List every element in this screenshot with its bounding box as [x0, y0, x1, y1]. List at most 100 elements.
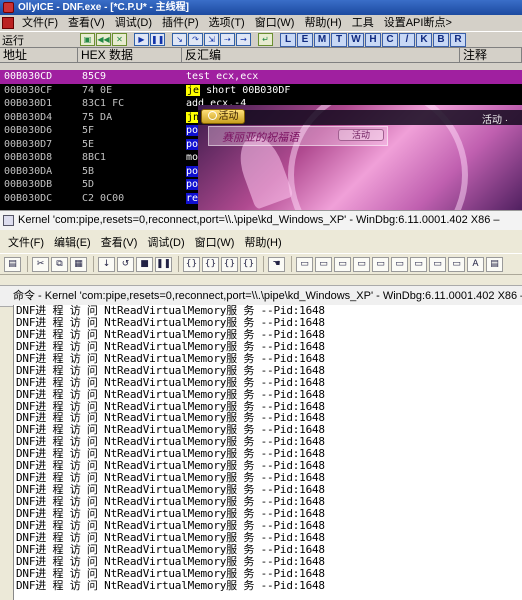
- menu-plugins[interactable]: 插件(P): [157, 15, 204, 31]
- column-disassembly[interactable]: 反汇编: [182, 48, 460, 62]
- window-button-slash[interactable]: /: [399, 32, 415, 47]
- windbg-toolbar: ▤ ✂ ⧉ ▦ ↓ ↺ ■ ❚❚ {} {} {} {} ☚ ▭ ▭ ▭ ▭ ▭…: [0, 253, 522, 275]
- windbg-menu-view[interactable]: 查看(V): [101, 233, 148, 253]
- ollyice-menubar: 文件(F) 查看(V) 调试(D) 插件(P) 选项(T) 窗口(W) 帮助(H…: [0, 15, 522, 31]
- menu-debug[interactable]: 调试(D): [110, 15, 157, 31]
- restart-icon[interactable]: ↺: [117, 256, 134, 272]
- game-panel-title: 赛丽亚的祝福语: [222, 132, 299, 144]
- watch-window-icon[interactable]: ▭: [315, 256, 332, 272]
- command-window-icon[interactable]: ▭: [296, 256, 313, 272]
- disasm-address: 00B030CF: [4, 84, 53, 96]
- windbg-menu-help[interactable]: 帮助(H): [244, 233, 291, 253]
- restart-icon[interactable]: ◀◀: [96, 33, 111, 46]
- windbg-window: Kernel 'com:pipe,resets=0,reconnect,port…: [0, 210, 522, 600]
- window-button-b[interactable]: B: [433, 32, 449, 47]
- disasm-address: 00B030D7: [4, 138, 53, 150]
- menu-tools[interactable]: 工具: [347, 15, 379, 31]
- windbg-menu-file[interactable]: 文件(F): [8, 233, 54, 253]
- window-button-w[interactable]: W: [348, 32, 364, 47]
- command-window-title: 命令 - Kernel 'com:pipe,resets=0,reconnect…: [13, 290, 522, 302]
- step-over-icon[interactable]: ↷: [188, 33, 203, 46]
- go-icon[interactable]: ↓: [98, 256, 115, 272]
- game-panel-button[interactable]: 活动: [338, 129, 384, 141]
- column-address[interactable]: 地址: [0, 48, 78, 62]
- disasm-mnemonic: test: [186, 71, 211, 82]
- game-activity-text: 活动 ·: [482, 115, 509, 126]
- goto-icon[interactable]: ↵: [258, 33, 273, 46]
- disasm-mnemonic: je: [186, 84, 201, 96]
- ollyice-app-icon: [3, 2, 14, 13]
- step-into-icon[interactable]: ↘: [172, 33, 187, 46]
- registers-window-icon[interactable]: ▭: [353, 256, 370, 272]
- disasm-address: 00B030D6: [4, 125, 53, 136]
- column-comment[interactable]: 注释: [460, 48, 522, 62]
- stop-debugging-icon[interactable]: ■: [136, 256, 153, 272]
- menu-window[interactable]: 窗口(W): [250, 15, 300, 31]
- output-line: DNF进 程 访 问 NtReadVirtualMemory服 务 --Pid:…: [16, 554, 325, 568]
- trace-into-icon[interactable]: ⇲: [204, 33, 219, 46]
- windbg-app-icon: [3, 215, 14, 226]
- window-button-e[interactable]: E: [297, 32, 313, 47]
- disasm-column-header: 地址 HEX 数据 反汇编 注释: [0, 48, 522, 63]
- output-line: DNF进 程 访 问 NtReadVirtualMemory服 务 --Pid:…: [16, 339, 325, 353]
- ollyice-menu-icon[interactable]: [2, 17, 14, 29]
- game-activity-button[interactable]: 活动: [201, 109, 245, 124]
- windbg-menu-edit[interactable]: 编辑(E): [54, 233, 101, 253]
- window-button-l[interactable]: L: [280, 32, 296, 47]
- ollyice-titlebar: OllyICE - DNF.exe - [*C.P.U* - 主线程]: [0, 0, 522, 15]
- disassembly-window-icon[interactable]: ▭: [410, 256, 427, 272]
- output-line: DNF进 程 访 问 NtReadVirtualMemory服 务 --Pid:…: [16, 351, 325, 365]
- trace-over-icon[interactable]: ⇢: [220, 33, 235, 46]
- source-mode-icon[interactable]: ▭: [448, 256, 465, 272]
- step-into-icon[interactable]: {}: [183, 256, 200, 272]
- menu-options[interactable]: 选项(T): [204, 15, 250, 31]
- hand-icon[interactable]: ☚: [268, 256, 285, 272]
- copy-icon[interactable]: ⧉: [51, 256, 68, 272]
- step-out-icon[interactable]: {}: [221, 256, 238, 272]
- locals-window-icon[interactable]: ▭: [334, 256, 351, 272]
- windbg-menu-debug[interactable]: 调试(D): [147, 233, 194, 253]
- window-button-r[interactable]: R: [450, 32, 466, 47]
- disasm-hex: C2 0C00: [82, 192, 125, 204]
- window-button-t[interactable]: T: [331, 32, 347, 47]
- command-output-pane[interactable]: DNF进 程 访 问 NtReadVirtualMemory服 务 --Pid:…: [13, 305, 522, 600]
- disasm-hex: 5F: [82, 125, 95, 136]
- step-over-icon[interactable]: {}: [202, 256, 219, 272]
- disasm-row[interactable]: 00B030CD 85C9 test ecx,ecx: [0, 70, 522, 84]
- open-folder-icon[interactable]: ▤: [4, 256, 21, 272]
- disasm-row[interactable]: 00B030CF 74 0E je short 00B030DF: [0, 84, 522, 98]
- column-hex[interactable]: HEX 数据: [78, 48, 182, 62]
- menu-file[interactable]: 文件(F): [17, 15, 63, 31]
- windbg-menu-window[interactable]: 窗口(W): [195, 233, 245, 253]
- window-button-k[interactable]: K: [416, 32, 432, 47]
- window-button-h[interactable]: H: [365, 32, 381, 47]
- run-icon[interactable]: ▶: [134, 33, 149, 46]
- menu-help[interactable]: 帮助(H): [299, 15, 346, 31]
- disasm-operands: short 00B030DF: [206, 84, 291, 96]
- window-button-m[interactable]: M: [314, 32, 330, 47]
- execute-till-return-icon[interactable]: →: [236, 33, 251, 46]
- windbg-title: Kernel 'com:pipe,resets=0,reconnect,port…: [18, 214, 500, 226]
- menu-api-breakpoint[interactable]: 设置API断点>: [379, 15, 457, 31]
- disasm-address: 00B030D8: [4, 152, 53, 163]
- memory-window-icon[interactable]: ▭: [372, 256, 389, 272]
- scratch-pad-icon[interactable]: ▭: [429, 256, 446, 272]
- ollyice-window: OllyICE - DNF.exe - [*C.P.U* - 主线程] 文件(F…: [0, 0, 522, 210]
- paste-icon[interactable]: ▦: [70, 256, 87, 272]
- options-icon[interactable]: ▤: [486, 256, 503, 272]
- menu-view[interactable]: 查看(V): [63, 15, 110, 31]
- window-button-c[interactable]: C: [382, 32, 398, 47]
- disasm-operands: ecx,ecx: [216, 71, 259, 82]
- output-line: DNF进 程 访 问 NtReadVirtualMemory服 务 --Pid:…: [16, 530, 325, 544]
- run-to-cursor-icon[interactable]: {}: [240, 256, 257, 272]
- break-icon[interactable]: ❚❚: [155, 256, 172, 272]
- close-icon[interactable]: ✕: [112, 33, 127, 46]
- cut-icon[interactable]: ✂: [32, 256, 49, 272]
- pause-icon[interactable]: ❚❚: [150, 33, 165, 46]
- font-icon[interactable]: A: [467, 256, 484, 272]
- open-icon[interactable]: ▣: [80, 33, 95, 46]
- disasm-address: 00B030CD: [4, 71, 53, 82]
- ollyice-title: OllyICE - DNF.exe - [*C.P.U* - 主线程]: [18, 2, 189, 13]
- game-overlay-bar: [198, 110, 522, 125]
- call-stack-window-icon[interactable]: ▭: [391, 256, 408, 272]
